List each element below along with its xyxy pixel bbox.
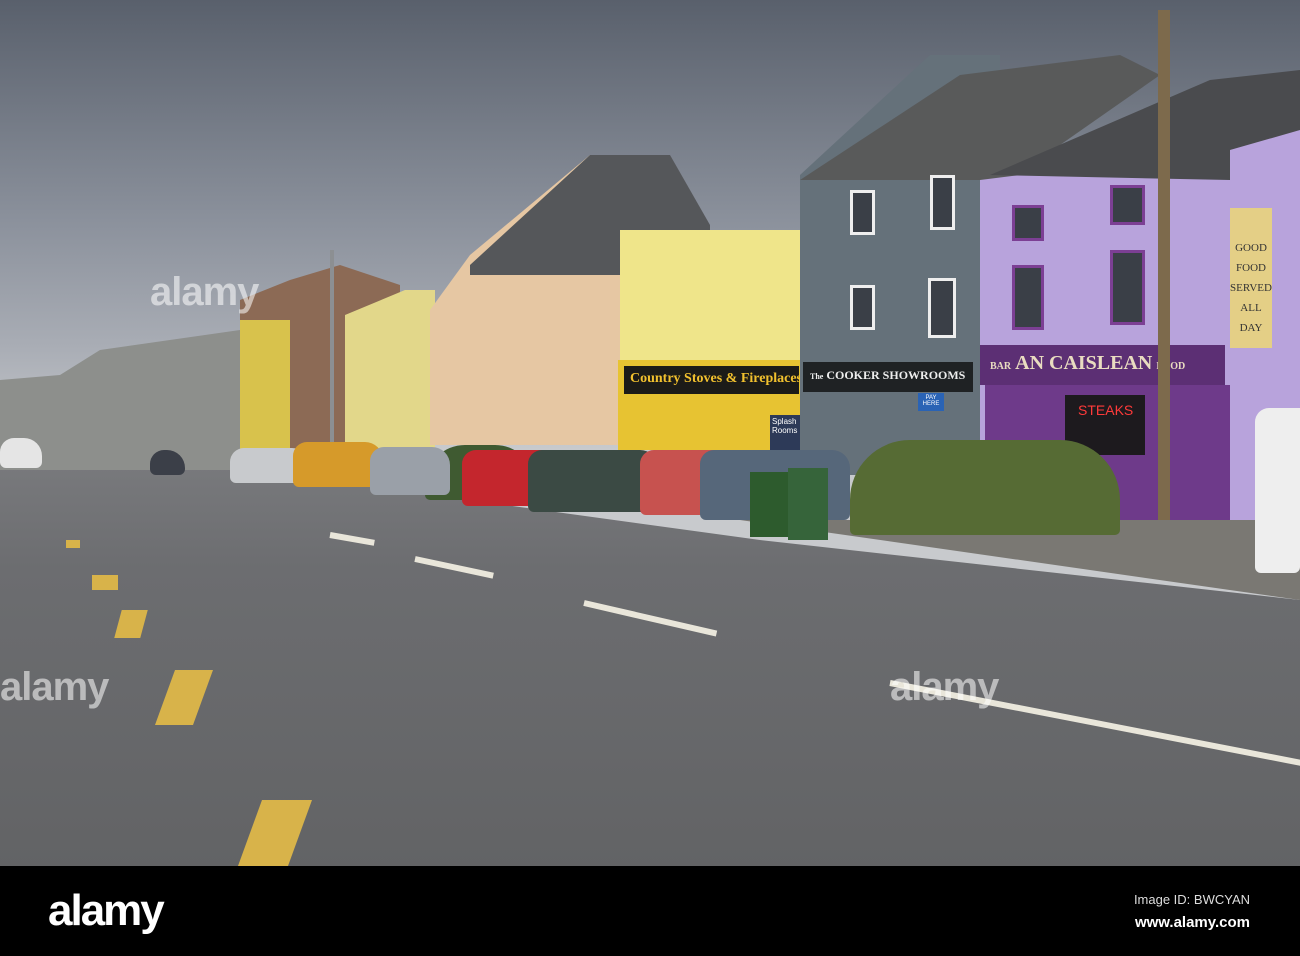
car [370,447,450,495]
alamy-logo: alamy [48,886,165,935]
car [0,438,42,468]
board-line: SERVED [1230,282,1272,294]
pub-sign: BAR AN CAISLEAN FOOD [990,352,1185,375]
window [930,175,955,230]
yellow-house [240,320,290,460]
window [1110,250,1145,325]
watermark: alamy [150,270,259,314]
car [528,450,658,512]
edge-marking [66,540,80,548]
window [1012,265,1044,330]
window [850,190,875,235]
cream-house [345,290,435,450]
hedge [850,440,1120,535]
steaks-neon: STEAKS [1078,402,1134,418]
menu-board: GOOD FOOD SERVED ALL DAY [1230,208,1272,348]
board-line: GOOD [1235,242,1267,254]
utility-pole [1158,10,1170,535]
splash-text: Splash Rooms [772,417,798,435]
pay-here-sign: PAY HERE [918,393,944,411]
window [850,285,875,330]
window [928,278,956,338]
watermark: alamy [0,665,109,709]
pub-bar-label: BAR [990,361,1012,372]
board-line: DAY [1239,322,1263,334]
board-line: FOOD [1236,262,1266,274]
stove-shop-sign: Country Stoves & Fireplaces [630,371,802,386]
window [1110,185,1145,225]
cooker-sign: The COOKER SHOWROOMS [810,368,965,383]
wheelie-bin [788,468,828,540]
edge-marking [92,575,118,590]
cooker-name: COOKER SHOWROOMS [826,368,966,382]
watermark: alamy [890,665,999,709]
site-url: www.alamy.com [1134,914,1250,931]
window [1012,205,1044,241]
cooker-prefix: The [810,372,824,381]
image-id: Image ID: BWCYAN [1133,892,1250,907]
pub-name: AN CAISLEAN [1015,352,1153,374]
street-lamp [330,250,334,465]
street-photo: Country Stoves & Fireplaces Splash Rooms… [0,0,1300,866]
splash-poster: Splash Rooms [770,415,800,450]
white-van [1255,408,1300,573]
footer-bar: alamy Image ID: BWCYAN www.alamy.com [0,866,1300,956]
wheelie-bin [750,472,788,537]
board-line: ALL [1240,302,1262,314]
